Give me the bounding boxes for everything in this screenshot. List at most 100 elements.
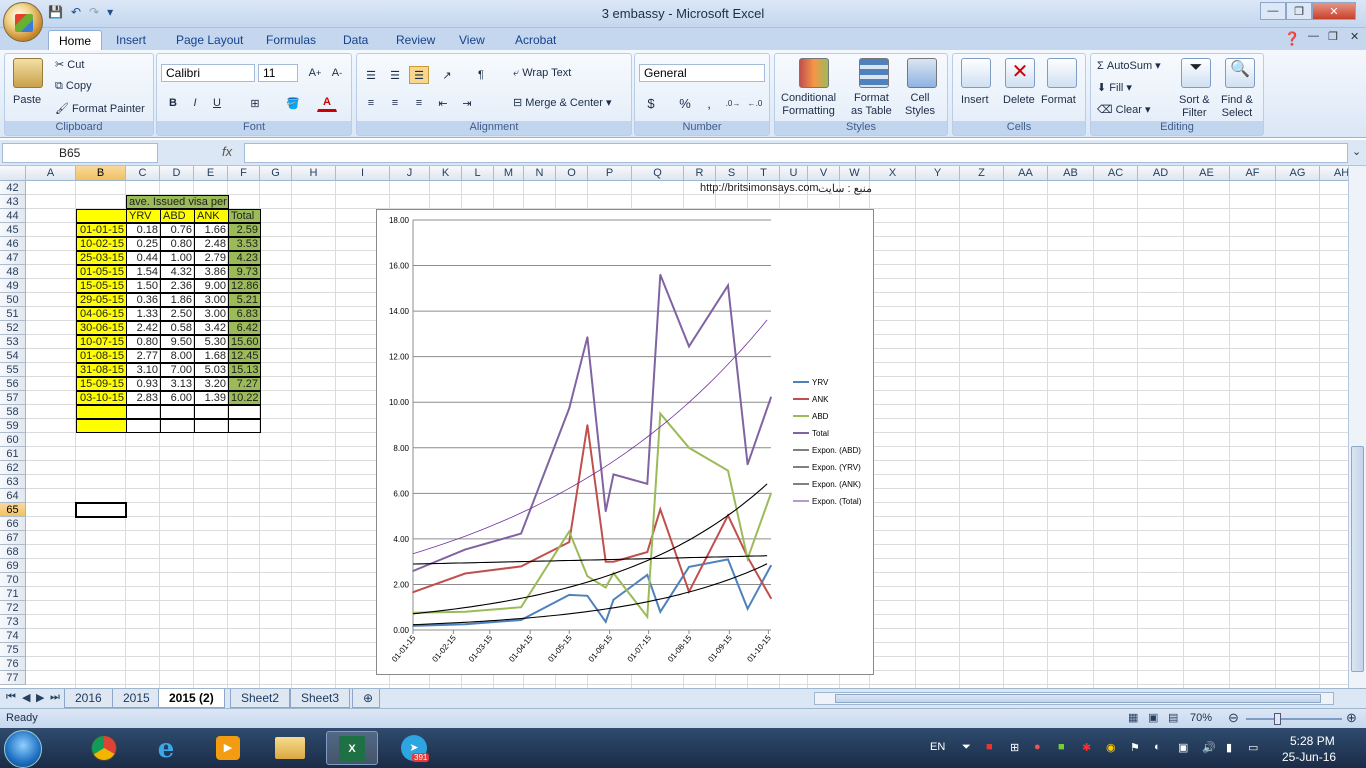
table-cell[interactable]: 12.45 — [228, 349, 261, 363]
decrease-indent-icon[interactable]: ⇤ — [433, 94, 453, 112]
clock-date[interactable]: 25-Jun-16 — [1282, 750, 1336, 764]
table-cell[interactable]: 2.59 — [228, 223, 261, 237]
delete-button[interactable]: Delete — [1003, 94, 1035, 106]
format-cells-icon[interactable] — [1047, 58, 1077, 88]
column-header-ah[interactable]: AH — [1320, 166, 1348, 181]
column-header-ag[interactable]: AG — [1276, 166, 1320, 181]
find-select-icon[interactable]: 🔍 — [1225, 58, 1255, 88]
table-cell[interactable]: 3.20 — [194, 377, 229, 391]
fill-button[interactable]: ⬇ Fill ▾ — [1097, 81, 1132, 94]
row-header-69[interactable]: 69 — [0, 559, 26, 573]
table-cell[interactable]: 3.53 — [228, 237, 261, 251]
tray-icon-4[interactable]: ● — [1034, 741, 1041, 753]
table-cell[interactable]: 15.13 — [228, 363, 261, 377]
row-header-60[interactable]: 60 — [0, 433, 26, 447]
sheet-tab-sheet2[interactable]: Sheet2 — [230, 689, 291, 708]
table-cell[interactable]: 5.21 — [228, 293, 261, 307]
row-header-58[interactable]: 58 — [0, 405, 26, 419]
tab-data[interactable]: Data — [333, 30, 378, 50]
windows-tray-icon[interactable]: ⊞ — [1010, 741, 1019, 754]
prev-sheet-icon[interactable]: ◀ — [22, 691, 30, 704]
table-cell[interactable]: 0.80 — [126, 335, 161, 349]
table-cell[interactable]: 6.42 — [228, 321, 261, 335]
table-date-cell[interactable]: 10-02-15 — [76, 237, 127, 251]
column-header-v[interactable]: V — [808, 166, 840, 181]
format-painter-button[interactable]: 🖌 Format Painter — [55, 102, 145, 115]
format-as-table-button[interactable]: Format as Table — [851, 92, 892, 118]
row-header-74[interactable]: 74 — [0, 629, 26, 643]
column-header-af[interactable]: AF — [1230, 166, 1276, 181]
row-header-49[interactable]: 49 — [0, 279, 26, 293]
row-header-68[interactable]: 68 — [0, 545, 26, 559]
network-tray-icon[interactable]: ▣ — [1178, 741, 1188, 754]
row-header-53[interactable]: 53 — [0, 335, 26, 349]
increase-decimal-icon[interactable]: .0→ — [723, 94, 743, 112]
internet-explorer-icon[interactable]: e — [140, 731, 192, 765]
table-cell[interactable]: 0.25 — [126, 237, 161, 251]
empty-table-cell[interactable] — [194, 405, 229, 419]
column-header-ac[interactable]: AC — [1094, 166, 1138, 181]
wrap-text-button[interactable]: ⤶ Wrap Text — [513, 67, 571, 80]
grow-font-icon[interactable]: A + — [305, 64, 325, 82]
column-header-d[interactable]: D — [160, 166, 194, 181]
column-header-y[interactable]: Y — [916, 166, 960, 181]
table-date-cell[interactable]: 10-07-15 — [76, 335, 127, 349]
currency-button[interactable]: $ — [641, 94, 661, 112]
table-date-cell[interactable]: 30-06-15 — [76, 321, 127, 335]
table-cell[interactable]: 0.18 — [126, 223, 161, 237]
column-header-c[interactable]: C — [126, 166, 160, 181]
row-header-42[interactable]: 42 — [0, 181, 26, 195]
column-header-p[interactable]: P — [588, 166, 632, 181]
merge-center-button[interactable]: ⊟ Merge & Center ▾ — [513, 96, 612, 109]
insert-button[interactable]: Insert — [961, 94, 989, 106]
column-header-ab[interactable]: AB — [1048, 166, 1094, 181]
signal-icon[interactable]: ▮ — [1226, 741, 1232, 754]
table-cell[interactable]: 2.79 — [194, 251, 229, 265]
chrome-icon[interactable] — [78, 731, 130, 765]
table-cell[interactable]: 1.54 — [126, 265, 161, 279]
column-header-q[interactable]: Q — [632, 166, 684, 181]
font-size-combo[interactable]: 11 — [258, 64, 298, 82]
tray-icon-9[interactable]: ◐ — [1154, 741, 1161, 753]
table-date-cell[interactable]: 01-05-15 — [76, 265, 127, 279]
antivirus-tray-icon[interactable]: ✱ — [1082, 741, 1091, 754]
table-cell[interactable]: 0.36 — [126, 293, 161, 307]
format-as-table-icon[interactable] — [859, 58, 889, 88]
column-header-ad[interactable]: AD — [1138, 166, 1184, 181]
row-header-71[interactable]: 71 — [0, 587, 26, 601]
cell-styles-button[interactable]: Cell Styles — [905, 92, 935, 118]
select-all-corner[interactable] — [0, 166, 26, 181]
cell-styles-icon[interactable] — [907, 58, 937, 88]
office-button[interactable] — [3, 2, 43, 42]
column-header-l[interactable]: L — [462, 166, 494, 181]
table-cell[interactable]: 15.60 — [228, 335, 261, 349]
empty-table-cell[interactable] — [160, 419, 195, 433]
number-format-combo[interactable]: General — [639, 64, 765, 82]
row-header-56[interactable]: 56 — [0, 377, 26, 391]
empty-table-cell[interactable] — [194, 419, 229, 433]
column-header-g[interactable]: G — [260, 166, 292, 181]
table-date-cell[interactable]: 15-09-15 — [76, 377, 127, 391]
language-indicator[interactable]: EN — [930, 741, 945, 753]
table-cell[interactable]: 2.83 — [126, 391, 161, 405]
row-header-62[interactable]: 62 — [0, 461, 26, 475]
insert-function-button[interactable]: fx — [222, 144, 232, 159]
formula-input[interactable] — [244, 143, 1348, 163]
table-cell[interactable]: 5.30 — [194, 335, 229, 349]
row-header-64[interactable]: 64 — [0, 489, 26, 503]
media-player-icon[interactable]: ▶ — [202, 731, 254, 765]
table-cell[interactable]: 2.50 — [160, 307, 195, 321]
table-date-cell[interactable]: 03-10-15 — [76, 391, 127, 405]
table-date-cell[interactable]: 01-08-15 — [76, 349, 127, 363]
column-header-aa[interactable]: AA — [1004, 166, 1048, 181]
row-header-73[interactable]: 73 — [0, 615, 26, 629]
name-box[interactable]: B65 — [2, 143, 158, 163]
column-header-k[interactable]: K — [430, 166, 462, 181]
table-cell[interactable]: 0.80 — [160, 237, 195, 251]
tab-view[interactable]: View — [449, 30, 495, 50]
table-cell[interactable]: 3.42 — [194, 321, 229, 335]
rtl-icon[interactable]: ¶ — [471, 66, 491, 84]
insert-cells-icon[interactable] — [961, 58, 991, 88]
row-header-46[interactable]: 46 — [0, 237, 26, 251]
table-cell[interactable]: 6.83 — [228, 307, 261, 321]
